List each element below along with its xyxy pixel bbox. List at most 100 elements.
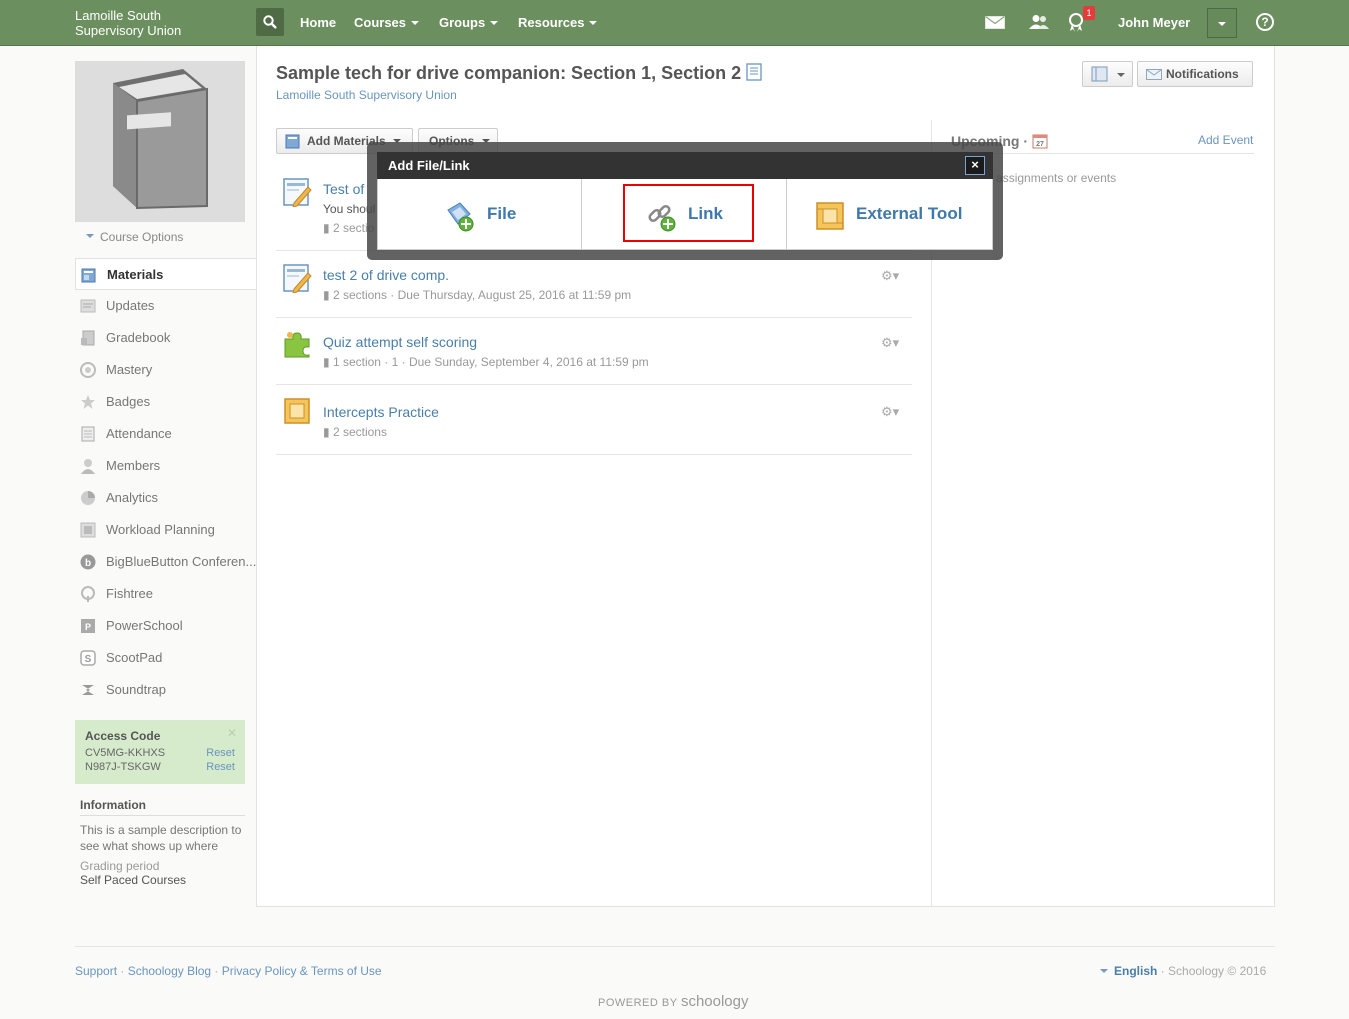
material-title[interactable]: test 2 of drive comp. (323, 267, 449, 283)
sidebar-item-fishtree[interactable]: Fishtree (75, 578, 256, 610)
nav-home[interactable]: Home (300, 15, 336, 30)
sidebar-item-attendance[interactable]: Attendance (75, 418, 256, 450)
sections-icon: ▮ (323, 288, 333, 302)
access-code-value: CV5MG-KKHXS (85, 747, 166, 759)
course-navigation: Materials Updates Gradebook Mastery Badg… (75, 258, 256, 706)
brand-line-1: Lamoille South (75, 8, 161, 23)
list-item[interactable]: Intercepts Practice ▮ 2 sections ⚙▾ (276, 385, 912, 455)
grading-period-value: Self Paced Courses (80, 873, 187, 887)
soundtrap-icon (82, 685, 94, 695)
svg-text:27: 27 (1036, 141, 1044, 148)
information-heading: Information (80, 798, 245, 816)
analytics-icon (81, 491, 95, 505)
close-dialog-button[interactable]: × (965, 156, 985, 175)
chevron-down-icon (86, 233, 94, 238)
brand-line-2: Supervisory Union (75, 23, 182, 38)
course-options-toggle[interactable]: Course Options (86, 230, 183, 244)
svg-text:S: S (85, 654, 92, 665)
gear-icon[interactable]: ⚙▾ (881, 335, 899, 351)
grading-period-label: Grading period (80, 859, 160, 873)
copyright: Schoology © 2016 (1168, 964, 1267, 978)
material-title[interactable]: Intercepts Practice (323, 404, 439, 420)
access-code-value: N987J-TSKGW (85, 761, 161, 773)
chevron-down-icon (1117, 73, 1125, 77)
chevron-down-icon (1100, 968, 1108, 973)
access-code-row: CV5MG-KKHXS Reset (85, 746, 235, 760)
book-icon (113, 69, 208, 210)
nav-courses[interactable]: Courses (354, 15, 420, 30)
link-option-highlight (623, 184, 754, 242)
close-icon[interactable]: ✕ (227, 726, 237, 740)
access-code-panel: ✕ Access Code CV5MG-KKHXS Reset N987J-TS… (75, 720, 245, 784)
attendance-icon (81, 426, 95, 442)
external-tool-option-label: External Tool (856, 204, 963, 223)
sidebar-item-scootpad[interactable]: S ScootPad (75, 642, 256, 674)
view-toggle-button[interactable] (1082, 61, 1133, 87)
nav-groups[interactable]: Groups (439, 15, 499, 30)
access-code-title: Access Code (85, 729, 161, 743)
material-meta: ▮ 2 sections (323, 425, 387, 439)
sidebar-item-updates[interactable]: Updates (75, 290, 256, 322)
file-option[interactable]: File (377, 179, 582, 250)
connections-icon[interactable] (1029, 14, 1049, 30)
blog-link[interactable]: Schoology Blog (128, 964, 211, 978)
chevron-down-icon (411, 20, 420, 25)
material-title[interactable]: Quiz attempt self scoring (323, 334, 477, 350)
workload-icon (80, 522, 96, 538)
external-tool-option[interactable]: External Tool (787, 179, 993, 250)
sidebar-item-gradebook[interactable]: Gradebook (75, 322, 256, 354)
course-picture (75, 61, 245, 222)
fishtree-icon (81, 586, 95, 602)
privacy-terms-link[interactable]: Privacy Policy & Terms of Use (222, 964, 382, 978)
user-name[interactable]: John Meyer (1118, 15, 1190, 30)
sidebar-item-badges[interactable]: Badges (75, 386, 256, 418)
sidebar-item-soundtrap[interactable]: Soundtrap (75, 674, 256, 706)
calendar-icon: 27 (1032, 134, 1048, 149)
language-selector[interactable]: English (1114, 964, 1157, 978)
assignment-icon (283, 264, 312, 293)
footer-links: Support · Schoology Blog · Privacy Polic… (75, 964, 382, 978)
help-icon[interactable]: ? (1256, 13, 1274, 31)
search-icon (263, 15, 277, 29)
reset-code-link[interactable]: Reset (206, 760, 235, 774)
dialog-title: Add File/Link (377, 152, 993, 179)
chevron-down-icon (490, 20, 499, 25)
nav-resources[interactable]: Resources (518, 15, 598, 30)
gear-icon[interactable]: ⚙▾ (881, 268, 899, 284)
sidebar-item-bigbluebutton[interactable]: b BigBlueButton Conferen... (75, 546, 256, 578)
sidebar-item-members[interactable]: Members (75, 450, 256, 482)
add-event-link[interactable]: Add Event (1198, 133, 1253, 147)
material-title[interactable]: Test of (323, 181, 364, 197)
sections-icon: ▮ (323, 355, 333, 369)
sidebar-item-mastery[interactable]: Mastery (75, 354, 256, 386)
notifications-button[interactable]: Notifications (1137, 61, 1253, 87)
sections-icon: ▮ (323, 425, 333, 439)
sidebar-item-materials[interactable]: Materials (75, 258, 256, 290)
material-meta: ▮ 2 sections · Due Thursday, August 25, … (323, 288, 632, 302)
messages-icon[interactable] (985, 16, 1005, 29)
course-description: This is a sample description to see what… (80, 823, 242, 853)
envelope-icon (1146, 69, 1162, 80)
search-button[interactable] (256, 8, 284, 36)
external-tool-icon (816, 202, 844, 230)
file-option-label: File (487, 204, 517, 223)
svg-text:P: P (85, 622, 91, 632)
list-item[interactable]: test 2 of drive comp. ▮ 2 sections · Due… (276, 251, 912, 318)
sidebar-item-analytics[interactable]: Analytics (75, 482, 256, 514)
support-link[interactable]: Support (75, 964, 117, 978)
powered-by: POWERED BY schoology (598, 993, 749, 1010)
school-brand[interactable]: Lamoille South Supervisory Union (75, 8, 181, 38)
bigbluebutton-icon: b (80, 554, 96, 570)
gear-icon[interactable]: ⚙▾ (881, 404, 899, 420)
sidebar-item-workload-planning[interactable]: Workload Planning (75, 514, 256, 546)
reset-code-link[interactable]: Reset (206, 746, 235, 760)
user-menu-dropdown[interactable] (1207, 8, 1237, 38)
file-upload-icon (447, 202, 474, 232)
badges-icon (81, 395, 95, 409)
access-code-row: N987J-TSKGW Reset (85, 760, 235, 774)
list-item[interactable]: Quiz attempt self scoring ▮ 1 section · … (276, 318, 912, 385)
sidebar-item-powerschool[interactable]: P PowerSchool (75, 610, 256, 642)
mastery-icon (80, 362, 96, 378)
schoology-logo: schoology (680, 993, 749, 1010)
school-link[interactable]: Lamoille South Supervisory Union (276, 88, 457, 102)
